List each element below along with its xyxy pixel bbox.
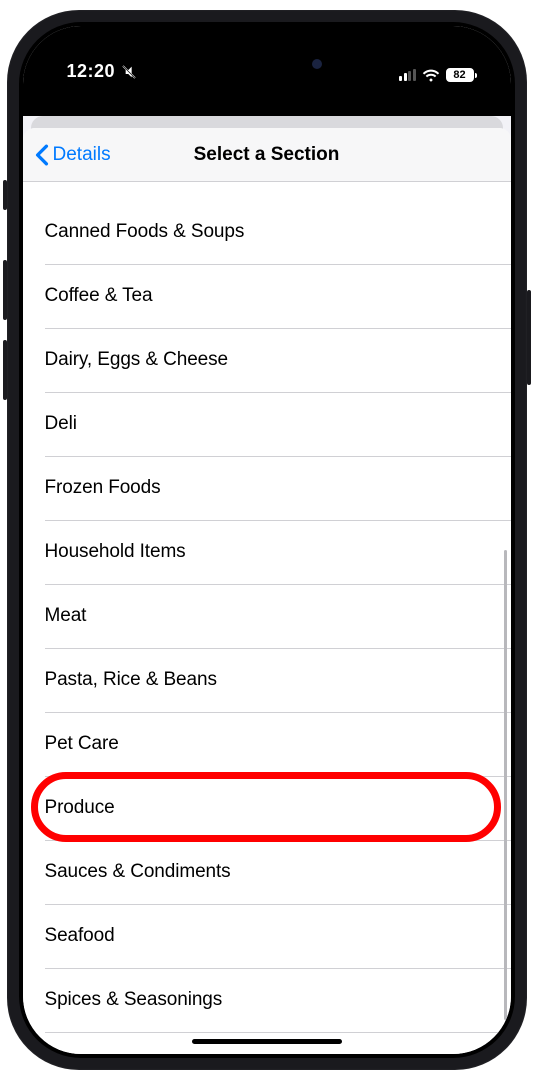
battery-percent: 82 <box>453 69 465 81</box>
list-item[interactable]: Produce <box>23 776 511 840</box>
list-item-label: Deli <box>45 392 489 456</box>
list-item[interactable]: Canned Foods & Soups <box>23 200 511 264</box>
list-item[interactable]: Household Items <box>23 520 511 584</box>
silent-icon <box>121 64 137 80</box>
list-item[interactable]: Deli <box>23 392 511 456</box>
volume-down-button <box>3 340 7 400</box>
list-item-label: Sauces & Condiments <box>45 840 489 904</box>
home-indicator[interactable] <box>192 1039 342 1044</box>
list-item-label: Seafood <box>45 904 489 968</box>
list-item-label: Pet Care <box>45 712 489 776</box>
silent-switch <box>3 180 7 210</box>
battery-icon: 82 <box>446 68 477 82</box>
clock: 12:20 <box>67 61 116 82</box>
back-button[interactable]: Details <box>35 144 111 166</box>
volume-up-button <box>3 260 7 320</box>
modal-sheet: Details Select a Section Canned Foods & … <box>23 128 511 1054</box>
list-item-label: Spices & Seasonings <box>45 968 489 1032</box>
list-item[interactable]: Spices & Seasonings <box>23 968 511 1032</box>
screen: 12:20 <box>23 26 511 1054</box>
page-title: Select a Section <box>194 144 340 166</box>
status-right: 82 <box>399 68 477 82</box>
scroll-indicator <box>504 550 507 1020</box>
list-item-label: Pasta, Rice & Beans <box>45 648 489 712</box>
front-camera <box>312 59 322 69</box>
list-item-label: Frozen Foods <box>45 456 489 520</box>
status-left: 12:20 <box>67 61 138 82</box>
list-item-label: Dairy, Eggs & Cheese <box>45 328 489 392</box>
list-item[interactable]: Frozen Foods <box>23 456 511 520</box>
list-item[interactable]: Seafood <box>23 904 511 968</box>
list-item-label: Meat <box>45 584 489 648</box>
list-item-label: Coffee & Tea <box>45 264 489 328</box>
cellular-signal-icon <box>399 69 416 81</box>
list-item[interactable]: Pasta, Rice & Beans <box>23 648 511 712</box>
black-gap <box>23 84 511 116</box>
wifi-icon <box>422 69 440 82</box>
list-item[interactable]: Pet Care <box>23 712 511 776</box>
power-button <box>527 290 531 385</box>
sheet-stack: Details Select a Section Canned Foods & … <box>23 116 511 1054</box>
phone-frame: 12:20 <box>7 10 527 1070</box>
list-item-label: Canned Foods & Soups <box>45 200 489 264</box>
list-item[interactable]: Meat <box>23 584 511 648</box>
list-item[interactable]: Coffee & Tea <box>23 264 511 328</box>
phone-inner-frame: 12:20 <box>19 22 515 1058</box>
dynamic-island <box>202 46 332 82</box>
chevron-left-icon <box>35 144 49 166</box>
list-item[interactable]: Dairy, Eggs & Cheese <box>23 328 511 392</box>
list-item-label: Produce <box>45 776 489 840</box>
list-item[interactable]: Sauces & Condiments <box>23 840 511 904</box>
list-item-label: Household Items <box>45 520 489 584</box>
back-label: Details <box>53 144 111 166</box>
nav-bar: Details Select a Section <box>23 128 511 182</box>
section-list[interactable]: Canned Foods & SoupsCoffee & TeaDairy, E… <box>23 182 511 1054</box>
